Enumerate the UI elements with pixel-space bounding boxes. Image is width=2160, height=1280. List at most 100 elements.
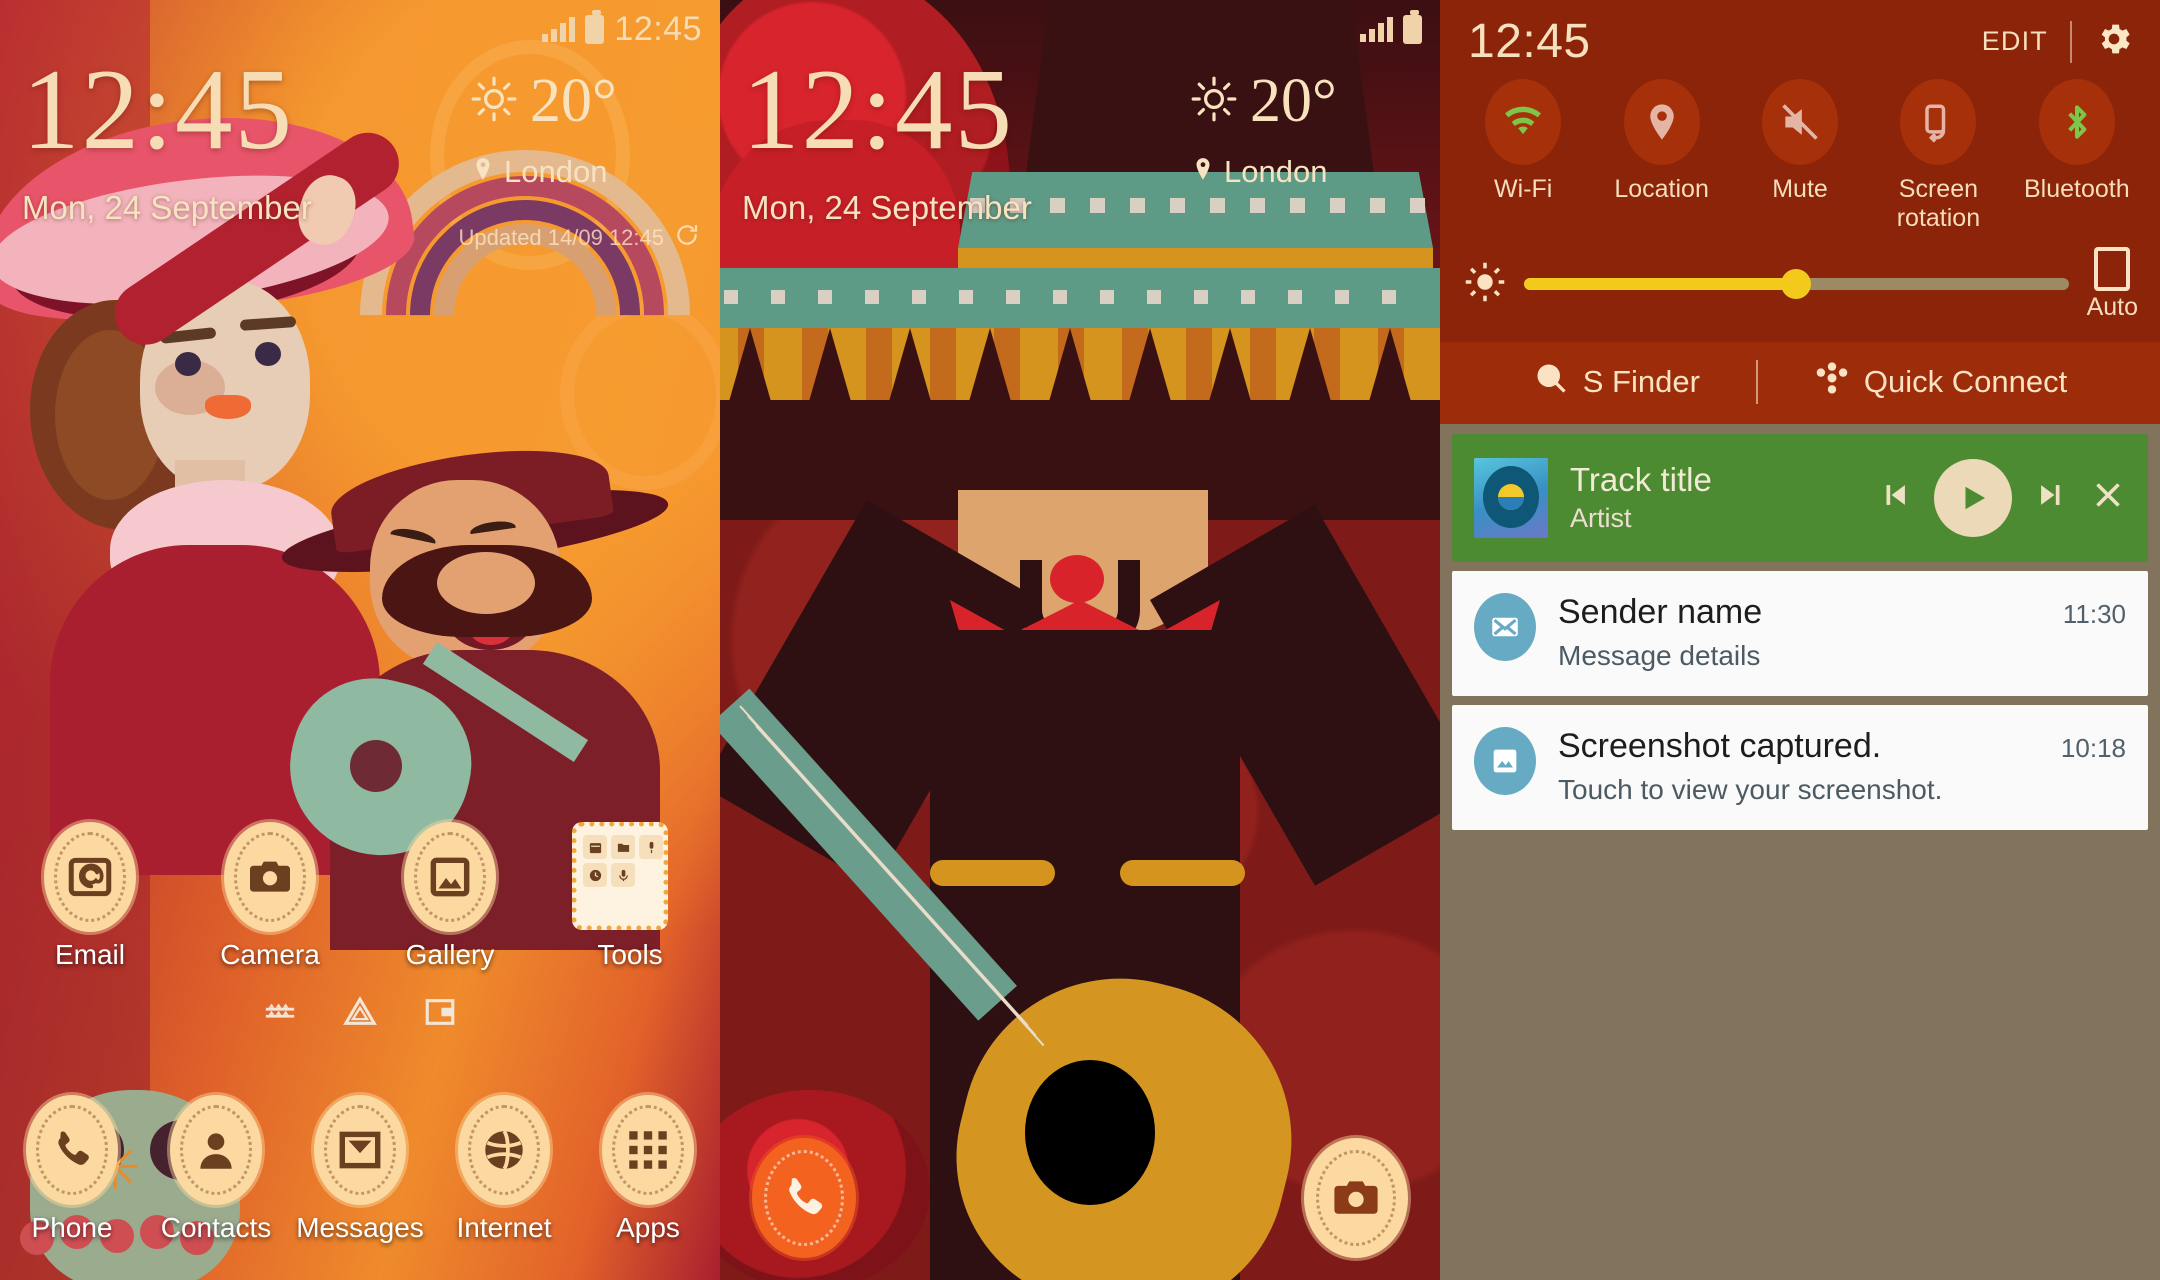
quick-toggle-location[interactable]: Location	[1592, 79, 1730, 233]
notification-shade-panel: 12:45 EDIT Wi-Fi Location Mute Screen ro…	[1440, 0, 2160, 1280]
notification-subtitle: Touch to view your screenshot.	[1558, 773, 1943, 805]
lock-weather-city-row: London	[1190, 154, 1420, 190]
quick-toggle-bluetooth[interactable]: Bluetooth	[2008, 79, 2146, 233]
phone-shortcut[interactable]	[756, 1142, 852, 1254]
bluetooth-icon[interactable]	[2038, 79, 2115, 165]
play-icon[interactable]	[1934, 458, 2012, 537]
auto-brightness-checkbox[interactable]	[2094, 246, 2131, 291]
notification-time: 10:18	[2060, 732, 2126, 763]
notification-time: 11:30	[2062, 598, 2126, 629]
location-pin-icon[interactable]	[1623, 79, 1700, 165]
email-icon[interactable]	[47, 825, 133, 929]
phone-icon	[789, 1178, 823, 1215]
wallpaper-guitar-hole	[350, 740, 402, 792]
quick-toggle-screen-rotation[interactable]: Screen rotation	[1869, 79, 2007, 233]
home-icon[interactable]	[343, 995, 377, 1034]
app-gallery[interactable]: Gallery	[360, 825, 540, 971]
close-icon[interactable]	[2090, 477, 2126, 518]
lock-wallpaper-guitar-hole	[1025, 1060, 1155, 1205]
dock-contacts[interactable]: Contacts	[144, 1098, 288, 1244]
message-envelope-icon	[1474, 592, 1536, 661]
s-finder-button[interactable]: S Finder	[1533, 360, 1700, 404]
back-icon[interactable]	[423, 995, 457, 1034]
apps-grid-icon[interactable]	[605, 1098, 691, 1202]
notification-item[interactable]: Screenshot captured. Touch to view your …	[1452, 704, 2148, 830]
brightness-row: Auto	[1440, 237, 2160, 342]
app-email[interactable]: Email	[0, 825, 180, 971]
wallpaper-lady-lips	[205, 395, 251, 419]
signal-bars-icon	[1360, 16, 1393, 42]
dock-apps[interactable]: Apps	[576, 1098, 720, 1244]
s-finder-label: S Finder	[1582, 363, 1700, 399]
brightness-slider[interactable]	[1524, 269, 2069, 299]
camera-icon[interactable]	[227, 825, 313, 929]
location-pin-icon	[1190, 154, 1216, 190]
notification-item[interactable]: Sender name Message details 11:30	[1452, 570, 2148, 696]
screen-rotation-icon[interactable]	[1900, 79, 1977, 165]
previous-icon[interactable]	[1878, 478, 1912, 517]
quick-toggle-label: Bluetooth	[2024, 175, 2130, 203]
quick-toggle-row: Wi-Fi Location Mute Screen rotation Blue…	[1440, 73, 2160, 237]
contacts-icon[interactable]	[173, 1098, 259, 1202]
calendar-icon[interactable]	[583, 835, 607, 859]
quick-toggle-wifi[interactable]: Wi-Fi	[1454, 79, 1592, 233]
edit-button[interactable]: EDIT	[1982, 26, 2048, 57]
notification-title: Screenshot captured.	[1558, 726, 1882, 765]
app-label: Tools	[597, 939, 663, 970]
quick-connect-label: Quick Connect	[1863, 363, 2068, 399]
voice-recorder-icon[interactable]	[639, 835, 663, 859]
brightness-slider-knob[interactable]	[1781, 269, 1812, 299]
screenshot-image-icon	[1474, 726, 1536, 795]
gear-icon[interactable]	[2094, 19, 2134, 64]
lock-weather-city: London	[1224, 154, 1328, 189]
mute-icon[interactable]	[1762, 79, 1839, 165]
wifi-icon[interactable]	[1485, 79, 1562, 165]
dock-label: Messages	[296, 1212, 424, 1243]
home-dock: Phone Contacts Messages Internet Apps	[0, 1098, 720, 1244]
dock-label: Phone	[31, 1212, 113, 1243]
home-weather-widget[interactable]: 20° London	[470, 70, 700, 190]
wallpaper-lady-eye	[175, 352, 201, 376]
dock-label: Apps	[616, 1212, 680, 1243]
dock-label: Internet	[456, 1212, 552, 1243]
messages-icon[interactable]	[317, 1098, 403, 1202]
header-divider	[2070, 20, 2072, 63]
dock-internet[interactable]: Internet	[432, 1098, 576, 1244]
shade-actions-row: S Finder Quick Connect	[1440, 341, 2160, 424]
internet-icon[interactable]	[461, 1098, 547, 1202]
clock-icon[interactable]	[583, 863, 607, 887]
wallpaper-man-mouth-gap	[437, 552, 535, 614]
app-label: Email	[54, 939, 125, 970]
brightness-icon	[1464, 261, 1506, 308]
tools-folder-widget[interactable]	[572, 822, 668, 930]
phone-icon[interactable]	[29, 1098, 115, 1202]
home-weather-updated-row[interactable]: Updated 14/09 12:45	[458, 222, 700, 254]
media-notification[interactable]: Track title Artist	[1452, 433, 2148, 562]
folder-icon[interactable]	[611, 835, 635, 859]
camera-shortcut[interactable]	[1308, 1142, 1404, 1254]
recents-icon[interactable]	[263, 995, 297, 1034]
quick-settings-area: 12:45 EDIT Wi-Fi Location Mute Screen ro…	[1440, 0, 2160, 342]
refresh-icon[interactable]	[674, 222, 700, 254]
lock-screen-panel: 12:45 Mon, 24 September 20° London	[720, 0, 1440, 1280]
sun-icon	[1190, 75, 1238, 128]
quick-connect-button[interactable]: Quick Connect	[1814, 360, 2067, 404]
media-track-title: Track title	[1570, 461, 1712, 498]
three-panel-screenshot: ✳ 12:45 12:45 Mon, 24 September 20° Lond…	[0, 0, 2160, 1280]
home-screen-panel: ✳ 12:45 12:45 Mon, 24 September 20° Lond…	[0, 0, 720, 1280]
auto-brightness-label: Auto	[2086, 292, 2138, 321]
gallery-icon[interactable]	[407, 825, 493, 929]
microphone-icon[interactable]	[611, 863, 635, 887]
media-artist: Artist	[1570, 503, 1632, 533]
quick-toggle-mute[interactable]: Mute	[1731, 79, 1869, 233]
app-label: Gallery	[405, 939, 495, 970]
auto-brightness-toggle[interactable]: Auto	[2086, 246, 2138, 322]
notification-title: Sender name	[1558, 592, 1763, 631]
dock-messages[interactable]: Messages	[288, 1098, 432, 1244]
app-camera[interactable]: Camera	[180, 825, 360, 971]
camera-icon	[1334, 1181, 1378, 1214]
dock-label: Contacts	[160, 1212, 272, 1243]
dock-phone[interactable]: Phone	[0, 1098, 144, 1244]
next-icon[interactable]	[2034, 478, 2068, 517]
lock-weather-widget[interactable]: 20° London	[1190, 70, 1420, 190]
